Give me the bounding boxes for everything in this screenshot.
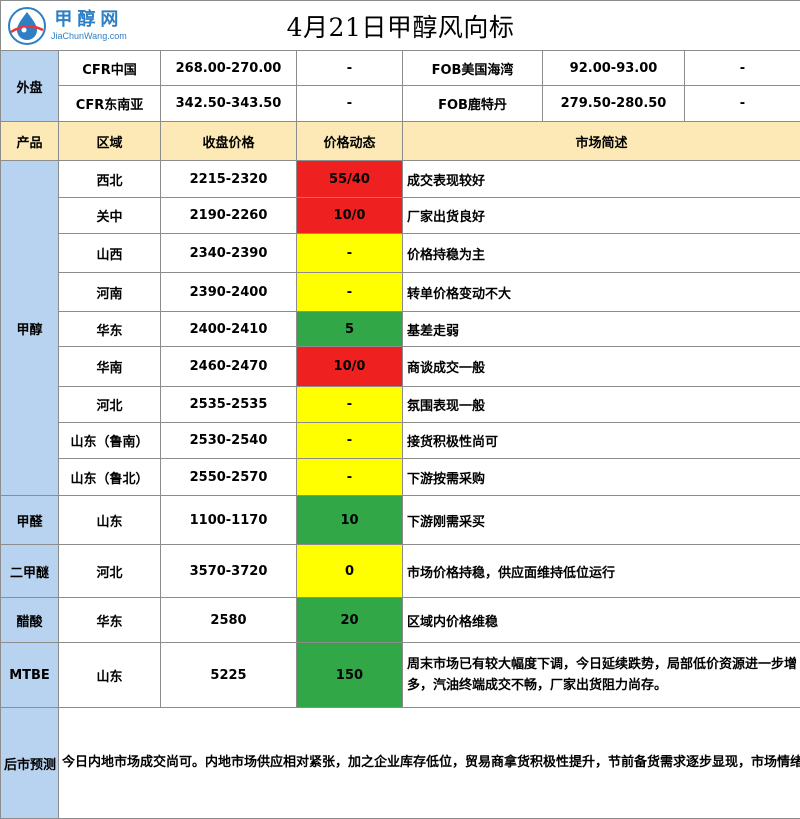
change-cell: 5 (297, 312, 403, 347)
market-change: - (685, 86, 800, 122)
price-cell: 2535-2535 (161, 387, 297, 423)
desc-cell: 区域内价格维稳 (403, 598, 800, 643)
product-label: 醋酸 (1, 598, 59, 643)
desc-cell: 厂家出货良好 (403, 198, 800, 234)
price-cell: 2400-2410 (161, 312, 297, 347)
table-row: 山西 2340-2390 - 价格持稳为主 (1, 234, 800, 273)
market-name: FOB鹿特丹 (403, 86, 543, 122)
market-change: - (297, 86, 403, 122)
change-cell: 20 (297, 598, 403, 643)
desc-cell: 成交表现较好 (403, 161, 800, 198)
region-cell: 河北 (59, 387, 161, 423)
forecast-text: 今日内地市场成交尚可。内地市场供应相对紧张，加之企业库存低位，贸易商拿货积极性提… (59, 708, 800, 819)
price-cell: 3570-3720 (161, 545, 297, 598)
table-row: 关中 2190-2260 10/0 厂家出货良好 (1, 198, 800, 234)
foreign-market-row: 外盘 CFR中国 268.00-270.00 - FOB美国海湾 92.00-9… (1, 51, 800, 86)
region-cell: 山东（鲁南） (59, 423, 161, 459)
product-label: MTBE (1, 643, 59, 708)
market-name: CFR东南亚 (59, 86, 161, 122)
change-cell: 10/0 (297, 347, 403, 387)
table-row: 山东（鲁南） 2530-2540 - 接货积极性尚可 (1, 423, 800, 459)
market-price: 92.00-93.00 (543, 51, 685, 86)
region-cell: 山东 (59, 496, 161, 545)
price-cell: 2550-2570 (161, 459, 297, 496)
desc-cell: 价格持稳为主 (403, 234, 800, 273)
market-name: CFR中国 (59, 51, 161, 86)
desc-cell: 接货积极性尚可 (403, 423, 800, 459)
methanol-indicator-table: 甲醇网 JiaChunWang.com 4月21日甲醇风向标 外盘 CFR中国 … (0, 0, 800, 819)
foreign-market-label: 外盘 (1, 51, 59, 122)
header-change: 价格动态 (297, 122, 403, 161)
foreign-market-row: CFR东南亚 342.50-343.50 - FOB鹿特丹 279.50-280… (1, 86, 800, 122)
desc-cell: 基差走弱 (403, 312, 800, 347)
price-cell: 2460-2470 (161, 347, 297, 387)
price-cell: 2390-2400 (161, 273, 297, 312)
price-cell: 1100-1170 (161, 496, 297, 545)
region-cell: 华南 (59, 347, 161, 387)
price-cell: 2215-2320 (161, 161, 297, 198)
change-cell: - (297, 387, 403, 423)
change-cell: - (297, 423, 403, 459)
price-cell: 2190-2260 (161, 198, 297, 234)
table-row: 甲醇 西北 2215-2320 55/40 成交表现较好 (1, 161, 800, 198)
product-label: 甲醇 (1, 161, 59, 496)
forecast-row: 后市预测 今日内地市场成交尚可。内地市场供应相对紧张，加之企业库存低位，贸易商拿… (1, 708, 800, 819)
region-cell: 华东 (59, 312, 161, 347)
desc-cell: 市场价格持稳，供应面维持低位运行 (403, 545, 800, 598)
table-row: 二甲醚 河北 3570-3720 0 市场价格持稳，供应面维持低位运行 (1, 545, 800, 598)
market-price: 268.00-270.00 (161, 51, 297, 86)
price-cell: 2340-2390 (161, 234, 297, 273)
forecast-label: 后市预测 (1, 708, 59, 819)
table-row: 河北 2535-2535 - 氛围表现一般 (1, 387, 800, 423)
region-cell: 山东（鲁北） (59, 459, 161, 496)
market-price: 342.50-343.50 (161, 86, 297, 122)
desc-cell: 下游按需采购 (403, 459, 800, 496)
header-region: 区域 (59, 122, 161, 161)
region-cell: 西北 (59, 161, 161, 198)
change-cell: - (297, 273, 403, 312)
market-change: - (685, 51, 800, 86)
table-row: 华东 2400-2410 5 基差走弱 (1, 312, 800, 347)
header-price: 收盘价格 (161, 122, 297, 161)
change-cell: 150 (297, 643, 403, 708)
change-cell: - (297, 459, 403, 496)
change-cell: - (297, 234, 403, 273)
table-row: 河南 2390-2400 - 转单价格变动不大 (1, 273, 800, 312)
price-cell: 2530-2540 (161, 423, 297, 459)
product-label: 二甲醚 (1, 545, 59, 598)
table-row: 山东（鲁北） 2550-2570 - 下游按需采购 (1, 459, 800, 496)
table-row: MTBE 山东 5225 150 周末市场已有较大幅度下调，今日延续跌势，局部低… (1, 643, 800, 708)
region-cell: 华东 (59, 598, 161, 643)
market-name: FOB美国海湾 (403, 51, 543, 86)
product-label: 甲醛 (1, 496, 59, 545)
table-row: 华南 2460-2470 10/0 商谈成交一般 (1, 347, 800, 387)
desc-cell: 商谈成交一般 (403, 347, 800, 387)
title-bar: 甲醇网 JiaChunWang.com 4月21日甲醇风向标 (1, 1, 800, 51)
region-cell: 河北 (59, 545, 161, 598)
header-product: 产品 (1, 122, 59, 161)
market-price: 279.50-280.50 (543, 86, 685, 122)
header-desc: 市场简述 (403, 122, 800, 161)
header-row: 产品 区域 收盘价格 价格动态 市场简述 (1, 122, 800, 161)
region-cell: 关中 (59, 198, 161, 234)
table-row: 甲醛 山东 1100-1170 10 下游刚需采买 (1, 496, 800, 545)
change-cell: 10 (297, 496, 403, 545)
page-title: 4月21日甲醇风向标 (1, 1, 800, 50)
desc-cell: 氛围表现一般 (403, 387, 800, 423)
desc-cell: 下游刚需采买 (403, 496, 800, 545)
change-cell: 0 (297, 545, 403, 598)
desc-cell: 转单价格变动不大 (403, 273, 800, 312)
desc-cell: 周末市场已有较大幅度下调，今日延续跌势，局部低价资源进一步增多，汽油终端成交不畅… (403, 643, 800, 708)
price-cell: 2580 (161, 598, 297, 643)
change-cell: 10/0 (297, 198, 403, 234)
market-change: - (297, 51, 403, 86)
price-cell: 5225 (161, 643, 297, 708)
change-cell: 55/40 (297, 161, 403, 198)
region-cell: 河南 (59, 273, 161, 312)
table-row: 醋酸 华东 2580 20 区域内价格维稳 (1, 598, 800, 643)
region-cell: 山东 (59, 643, 161, 708)
region-cell: 山西 (59, 234, 161, 273)
